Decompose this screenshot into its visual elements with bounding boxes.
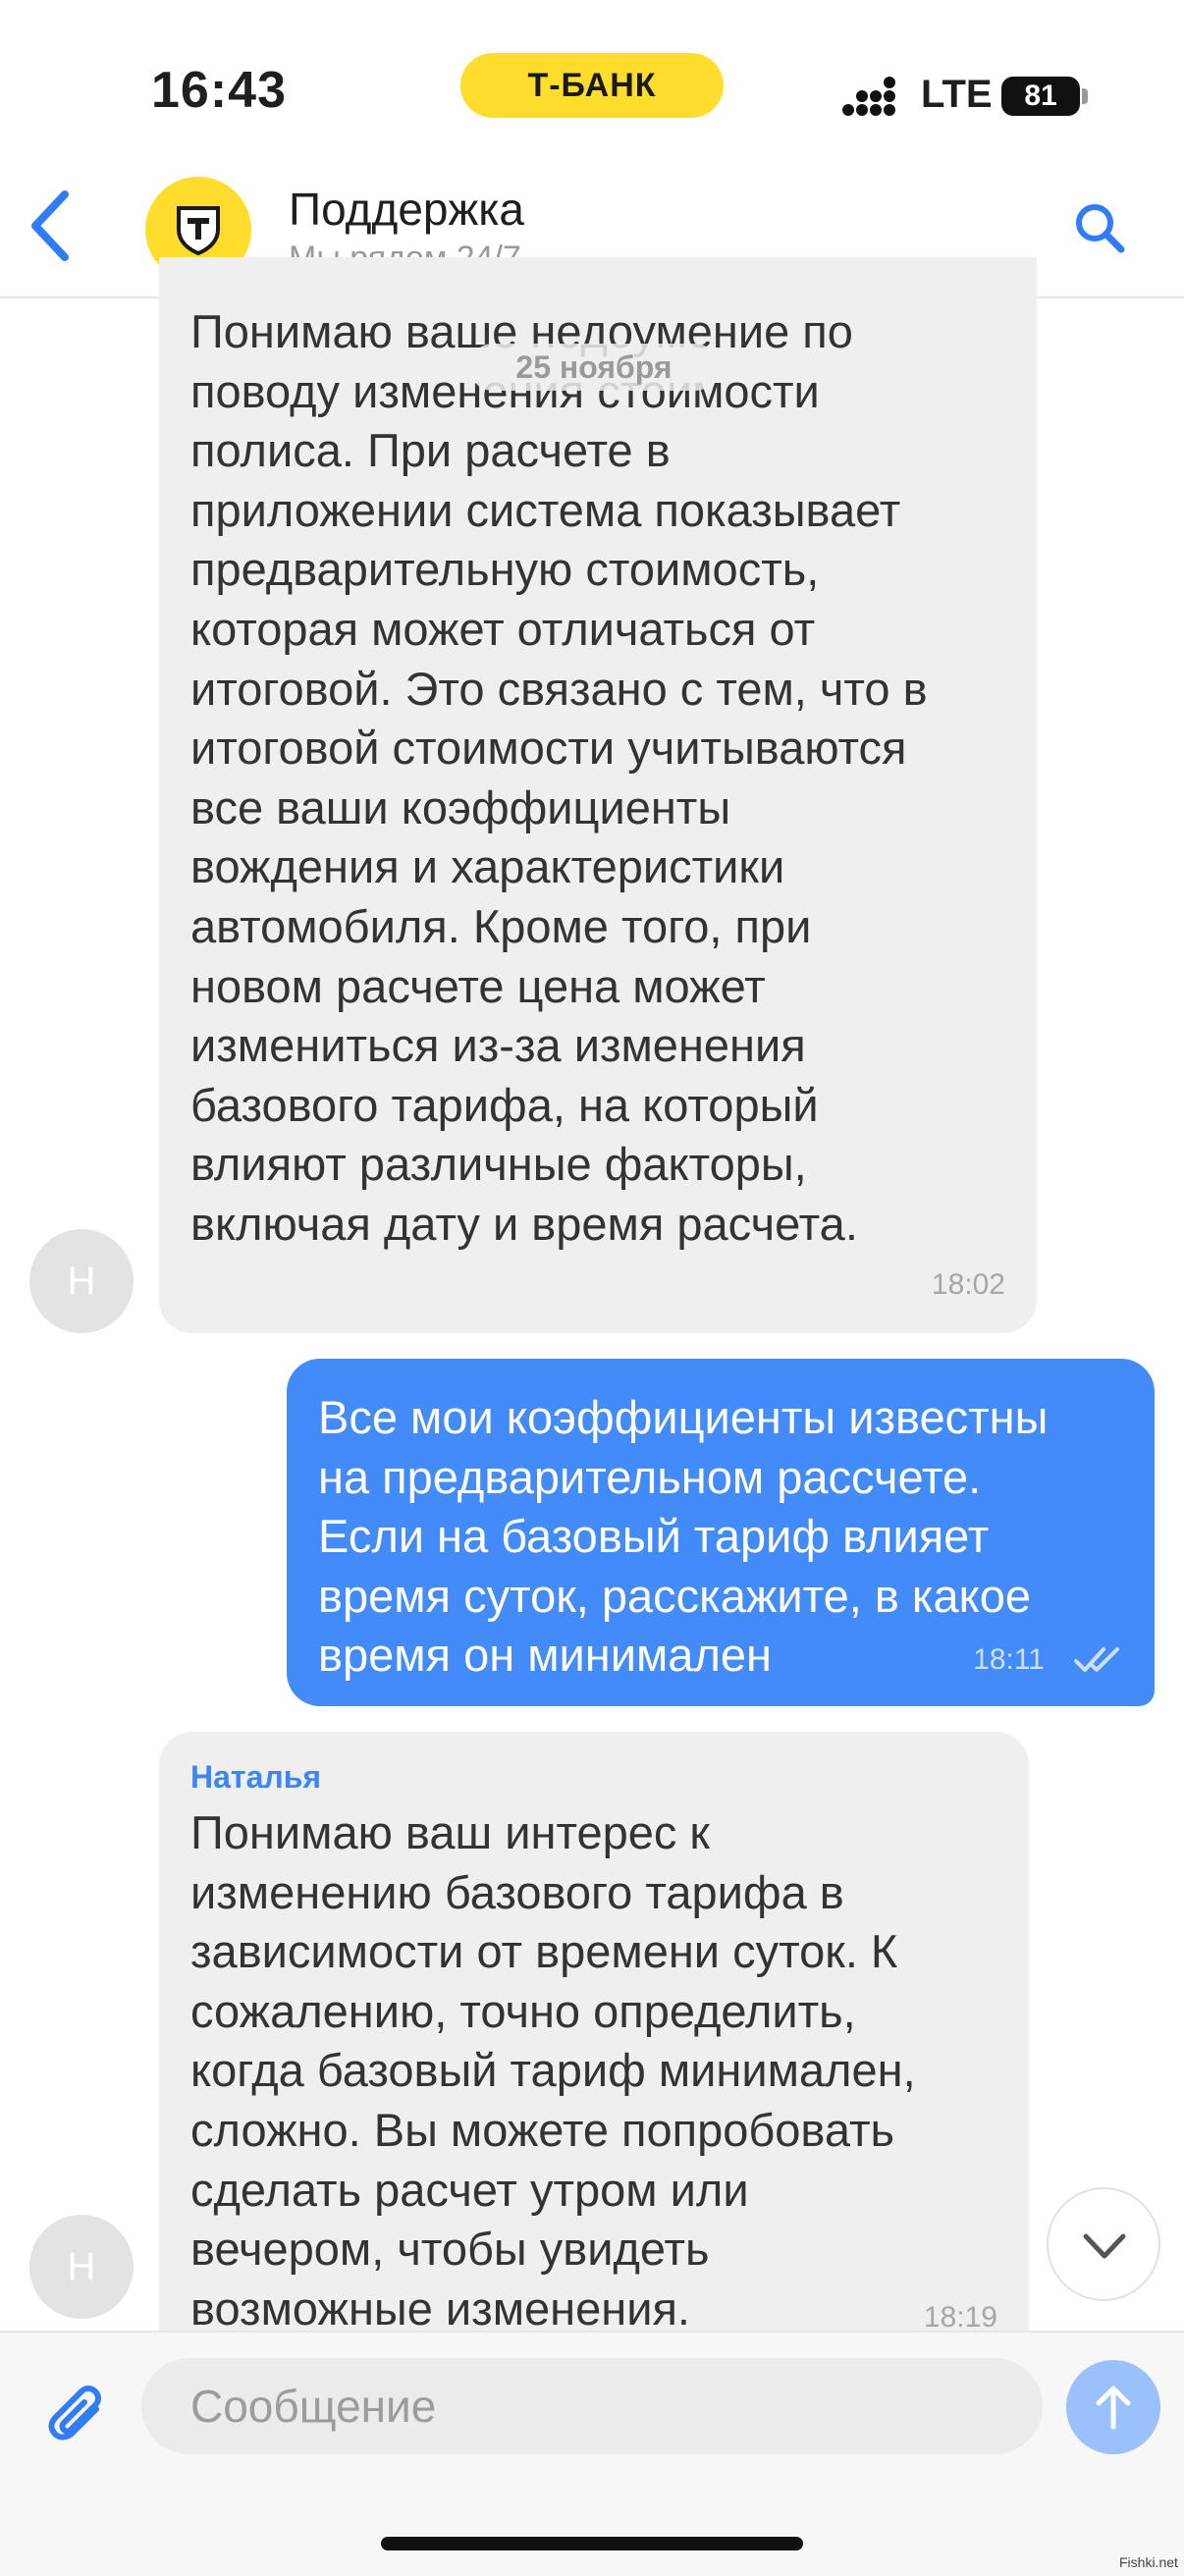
network-type: LTE: [921, 73, 993, 116]
chevron-left-icon: [31, 190, 69, 261]
tbank-shield-icon: [177, 206, 220, 255]
message-time: 18:02: [931, 1268, 1005, 1301]
arrow-up-icon: [1096, 2386, 1131, 2430]
status-time: 16:43: [151, 62, 287, 119]
message-bubble-incoming[interactable]: Понимаю ваше недоумение по поводу измене…: [159, 257, 1037, 1333]
search-icon: [1076, 204, 1125, 253]
double-check-icon: [1074, 1647, 1119, 1672]
message-text: Понимаю ваше недоумение по поводу измене…: [190, 305, 928, 1250]
message-input[interactable]: [141, 2358, 1043, 2454]
back-button[interactable]: [22, 187, 81, 265]
message-text: Понимаю ваш интерес к изменению базового…: [190, 1806, 916, 2331]
battery-tip: [1082, 88, 1088, 104]
signal-icon: [842, 77, 895, 116]
message-text: Все мои коэффициенты известны на предвар…: [318, 1391, 1049, 1682]
chat-title[interactable]: Поддержка: [289, 183, 524, 236]
watermark: Fishki.net: [1119, 2554, 1178, 2570]
chevron-down-icon: [1083, 2233, 1126, 2259]
sender-name: Наталья: [190, 1759, 322, 1795]
carrier-badge[interactable]: Т-БАНК: [460, 53, 724, 118]
send-button[interactable]: [1066, 2360, 1160, 2454]
scroll-down-button[interactable]: [1047, 2187, 1160, 2301]
search-button[interactable]: [1070, 198, 1129, 257]
battery-level: 81: [1024, 80, 1057, 112]
message-time: 18:11: [973, 1643, 1045, 1676]
home-indicator[interactable]: [381, 2537, 803, 2550]
message-bubble-outgoing[interactable]: Все мои коэффициенты известны на предвар…: [287, 1359, 1155, 1706]
status-bar: 16:43 Т-БАНК LTE 81: [0, 0, 1184, 157]
message-time: 18:19: [923, 2301, 997, 2331]
attach-button[interactable]: [39, 2376, 110, 2446]
message-bubble-incoming[interactable]: Наталья Понимаю ваш интерес к изменению …: [159, 1732, 1029, 2331]
battery-icon: 81: [1001, 77, 1080, 116]
date-separator: 25 ноября: [469, 344, 719, 391]
avatar[interactable]: Н: [29, 2215, 134, 2319]
message-composer: [0, 2331, 1184, 2576]
avatar[interactable]: Н: [29, 1229, 134, 1333]
paperclip-icon: [48, 2386, 101, 2441]
